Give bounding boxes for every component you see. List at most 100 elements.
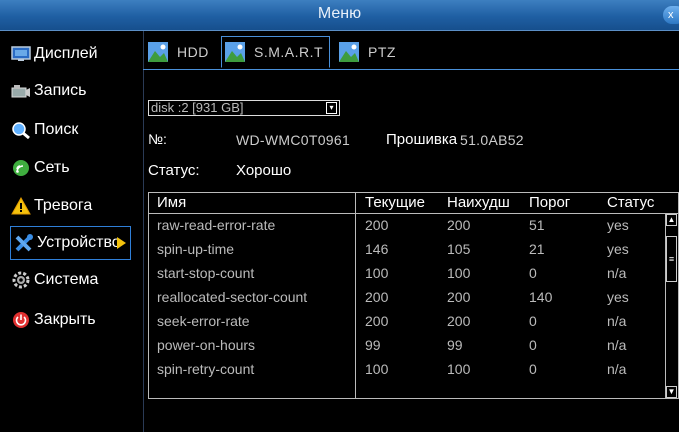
sidebar-item-alarm[interactable]: Тревога bbox=[10, 189, 92, 223]
cell-status: yes bbox=[607, 241, 629, 257]
sidebar-item-label: Тревога bbox=[34, 197, 93, 214]
cell-worst: 200 bbox=[447, 289, 471, 305]
table-row[interactable]: start-stop-count 100 100 0 n/a bbox=[149, 265, 669, 289]
power-icon bbox=[10, 311, 32, 329]
sidebar-item-system[interactable]: Система bbox=[10, 263, 98, 297]
sidebar-item-record[interactable]: Запись bbox=[10, 74, 87, 108]
cell-current: 200 bbox=[365, 217, 389, 233]
hdd-icon bbox=[148, 42, 168, 62]
tab-hdd[interactable]: HDD bbox=[147, 36, 209, 68]
ptz-icon bbox=[339, 42, 359, 62]
cell-current: 100 bbox=[365, 361, 389, 377]
table-scrollbar[interactable]: ▲ ≡ ▼ bbox=[665, 214, 678, 398]
monitor-icon bbox=[10, 45, 32, 63]
sidebar-item-label: Устройство bbox=[37, 234, 121, 251]
cell-worst: 200 bbox=[447, 313, 471, 329]
cell-threshold: 0 bbox=[529, 313, 537, 329]
cell-name: raw-read-error-rate bbox=[157, 217, 276, 233]
cell-name: spin-up-time bbox=[157, 241, 235, 257]
scroll-thumb[interactable]: ≡ bbox=[666, 236, 677, 282]
cell-worst: 99 bbox=[447, 337, 463, 353]
sidebar-item-display[interactable]: Дисплей bbox=[10, 37, 98, 71]
window-titlebar: Меню x bbox=[0, 0, 679, 31]
tab-smart[interactable]: S.M.A.R.T bbox=[221, 36, 331, 68]
cell-threshold: 0 bbox=[529, 337, 537, 353]
table-header: Имя Текущие Наихудш Порог Статус bbox=[149, 193, 679, 214]
cell-current: 99 bbox=[365, 337, 381, 353]
sidebar-item-label: Система bbox=[34, 271, 99, 288]
cell-worst: 200 bbox=[447, 217, 471, 233]
table-row[interactable]: reallocated-sector-count 200 200 140 yes bbox=[149, 289, 669, 313]
scroll-down-button[interactable]: ▼ bbox=[666, 386, 677, 398]
table-row[interactable]: spin-retry-count 100 100 0 n/a bbox=[149, 361, 669, 385]
cell-threshold: 21 bbox=[529, 241, 545, 257]
cell-name: power-on-hours bbox=[157, 337, 256, 353]
smart-table: Имя Текущие Наихудш Порог Статус raw-rea… bbox=[148, 192, 679, 399]
column-header-status: Статус bbox=[607, 194, 655, 211]
disk-select-value: disk :2 [931 GB] bbox=[151, 100, 244, 115]
cell-worst: 100 bbox=[447, 265, 471, 281]
gear-icon bbox=[10, 271, 32, 289]
cell-status: yes bbox=[607, 289, 629, 305]
sidebar-item-label: Сеть bbox=[34, 159, 70, 176]
serial-number: WD-WMC0T0961 bbox=[236, 132, 351, 148]
search-icon bbox=[10, 121, 32, 139]
sidebar-item-network[interactable]: Сеть bbox=[10, 151, 70, 185]
sidebar-item-close[interactable]: Закрыть bbox=[10, 303, 96, 337]
tab-bar: HDD S.M.A.R.T PTZ bbox=[143, 31, 679, 70]
column-header-worst: Наихудш bbox=[447, 194, 510, 211]
cell-threshold: 51 bbox=[529, 217, 545, 233]
cell-name: seek-error-rate bbox=[157, 313, 250, 329]
cell-status: n/a bbox=[607, 361, 627, 377]
table-row[interactable]: raw-read-error-rate 200 200 51 yes bbox=[149, 217, 669, 241]
column-header-threshold: Порог bbox=[529, 194, 571, 211]
cell-name: reallocated-sector-count bbox=[157, 289, 308, 305]
sidebar-item-label: Запись bbox=[34, 82, 87, 99]
cell-threshold: 140 bbox=[529, 289, 553, 305]
cell-current: 200 bbox=[365, 313, 389, 329]
status-label: Статус: bbox=[148, 162, 200, 179]
close-button[interactable]: x bbox=[663, 6, 679, 24]
cell-threshold: 0 bbox=[529, 361, 537, 377]
table-row[interactable]: seek-error-rate 200 200 0 n/a bbox=[149, 313, 669, 337]
chevron-down-icon[interactable]: ▾ bbox=[326, 102, 337, 114]
column-header-name: Имя bbox=[157, 194, 187, 211]
sidebar: Дисплей Запись Поиск Сеть Тревога Устрой… bbox=[0, 31, 144, 432]
cell-name: spin-retry-count bbox=[157, 361, 255, 377]
status-value: Хорошо bbox=[236, 162, 292, 179]
sidebar-item-device[interactable]: Устройство bbox=[10, 226, 131, 260]
sidebar-item-label: Поиск bbox=[34, 121, 79, 138]
cell-status: n/a bbox=[607, 337, 627, 353]
scroll-up-button[interactable]: ▲ bbox=[666, 214, 677, 226]
tab-ptz[interactable]: PTZ bbox=[338, 36, 396, 68]
cell-threshold: 0 bbox=[529, 265, 537, 281]
network-icon bbox=[10, 159, 32, 177]
sidebar-item-search[interactable]: Поиск bbox=[10, 113, 78, 147]
sidebar-item-label: Дисплей bbox=[34, 45, 98, 62]
tab-label: PTZ bbox=[368, 44, 396, 60]
warning-icon bbox=[10, 197, 32, 215]
sidebar-item-label: Закрыть bbox=[34, 311, 96, 328]
tab-label: HDD bbox=[177, 44, 209, 60]
pointer-icon bbox=[117, 237, 126, 249]
firmware-version: 51.0AB52 bbox=[460, 132, 524, 148]
record-icon bbox=[10, 82, 32, 100]
cell-status: n/a bbox=[607, 313, 627, 329]
cell-worst: 105 bbox=[447, 241, 471, 257]
cell-name: start-stop-count bbox=[157, 265, 255, 281]
cell-worst: 100 bbox=[447, 361, 471, 377]
table-row[interactable]: spin-up-time 146 105 21 yes bbox=[149, 241, 669, 265]
column-header-current: Текущие bbox=[365, 194, 425, 211]
table-row[interactable]: power-on-hours 99 99 0 n/a bbox=[149, 337, 669, 361]
tab-label: S.M.A.R.T bbox=[254, 44, 324, 60]
cell-status: n/a bbox=[607, 265, 627, 281]
cell-current: 200 bbox=[365, 289, 389, 305]
disk-select[interactable]: disk :2 [931 GB] ▾ bbox=[148, 100, 340, 116]
cell-current: 100 bbox=[365, 265, 389, 281]
cell-status: yes bbox=[607, 217, 629, 233]
window-title: Меню bbox=[317, 5, 362, 22]
smart-icon bbox=[225, 42, 245, 62]
cell-current: 146 bbox=[365, 241, 389, 257]
tools-icon bbox=[13, 234, 35, 252]
firmware-label: Прошивка bbox=[386, 131, 458, 148]
